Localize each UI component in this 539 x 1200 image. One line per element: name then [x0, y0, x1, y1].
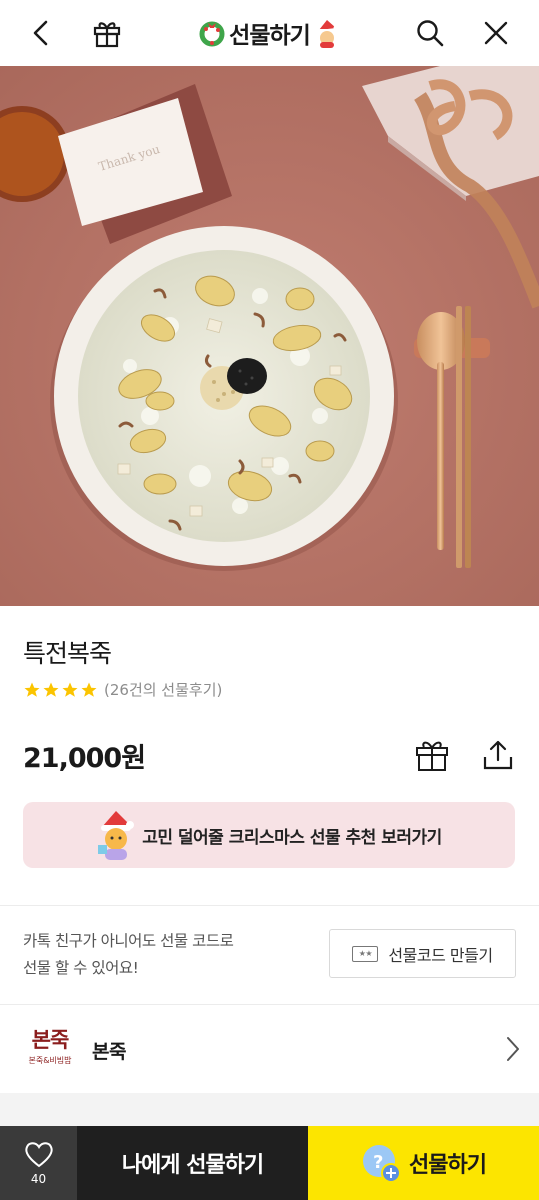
product-price: 21,000원	[23, 743, 146, 774]
star-icon	[24, 682, 40, 697]
brand-logo-text: 본죽	[31, 1027, 70, 1052]
search-button[interactable]	[411, 14, 449, 52]
svg-text:?: ?	[373, 1152, 383, 1173]
heart-icon	[24, 1142, 53, 1168]
product-name: 특전복죽	[23, 639, 112, 668]
close-icon	[484, 21, 508, 45]
product-rating[interactable]: (26건의 선물후기)	[23, 679, 222, 700]
santa-character-icon	[98, 811, 135, 860]
brand-logo: 본죽 본죽&비빔밥	[23, 1028, 77, 1072]
close-button[interactable]	[477, 14, 515, 52]
gift-friend-icon: ?	[363, 1145, 402, 1183]
review-count-text: (26건의 선물후기)	[104, 681, 223, 699]
star-icon	[43, 682, 59, 697]
section-divider	[0, 905, 539, 906]
gift-code-info-line2: 선물 할 수 있어요!	[23, 959, 139, 977]
share-icon	[483, 740, 513, 770]
page-title: 선물하기	[0, 14, 539, 52]
section-gap	[0, 1093, 539, 1126]
gift-to-myself-label: 나에게 선물하기	[121, 1153, 264, 1178]
brand-name: 본죽	[92, 1041, 126, 1063]
top-nav-bar: 선물하기	[0, 0, 539, 66]
santa-character-icon	[317, 20, 339, 48]
ticket-icon: ★★	[352, 945, 379, 962]
gift-to-myself-button[interactable]: 나에게 선물하기	[77, 1126, 308, 1200]
brand-row[interactable]: 본죽 본죽&비빔밥 본죽	[0, 1005, 539, 1093]
chevron-right-icon	[507, 1037, 519, 1061]
send-gift-button[interactable]: ? 선물하기	[308, 1126, 539, 1200]
send-gift-label: 선물하기	[409, 1153, 487, 1178]
product-image: Thank you	[0, 66, 539, 606]
star-icon	[62, 682, 78, 697]
rating-stars	[23, 681, 98, 699]
star-icon	[81, 682, 97, 697]
brand-logo-subtext: 본죽&비빔밥	[28, 1056, 72, 1065]
gift-code-info-line1: 카톡 친구가 아니어도 선물 코드로	[23, 932, 234, 950]
banner-text: 고민 덜어줄 크리스마스 선물 추천 보러가기	[142, 827, 442, 848]
create-gift-code-button[interactable]: ★★ 선물코드 만들기	[329, 929, 516, 978]
search-icon	[417, 20, 444, 47]
wreath-icon	[199, 21, 225, 47]
share-button[interactable]	[479, 736, 517, 774]
christmas-recommendation-banner[interactable]: 고민 덜어줄 크리스마스 선물 추천 보러가기	[23, 802, 515, 868]
page-title-text: 선물하기	[229, 23, 311, 49]
gift-icon	[416, 741, 448, 771]
gift-code-info: 카톡 친구가 아니어도 선물 코드로 선물 할 수 있어요!	[23, 928, 234, 982]
like-count: 40	[30, 1172, 47, 1186]
like-button[interactable]: 40	[0, 1126, 77, 1200]
gift-wishlist-button[interactable]	[413, 736, 451, 774]
bottom-action-bar: 40 나에게 선물하기 ? 선물하기	[0, 1126, 539, 1200]
create-gift-code-label: 선물코드 만들기	[388, 945, 493, 965]
abalone-porridge-photo: Thank you	[0, 66, 539, 606]
